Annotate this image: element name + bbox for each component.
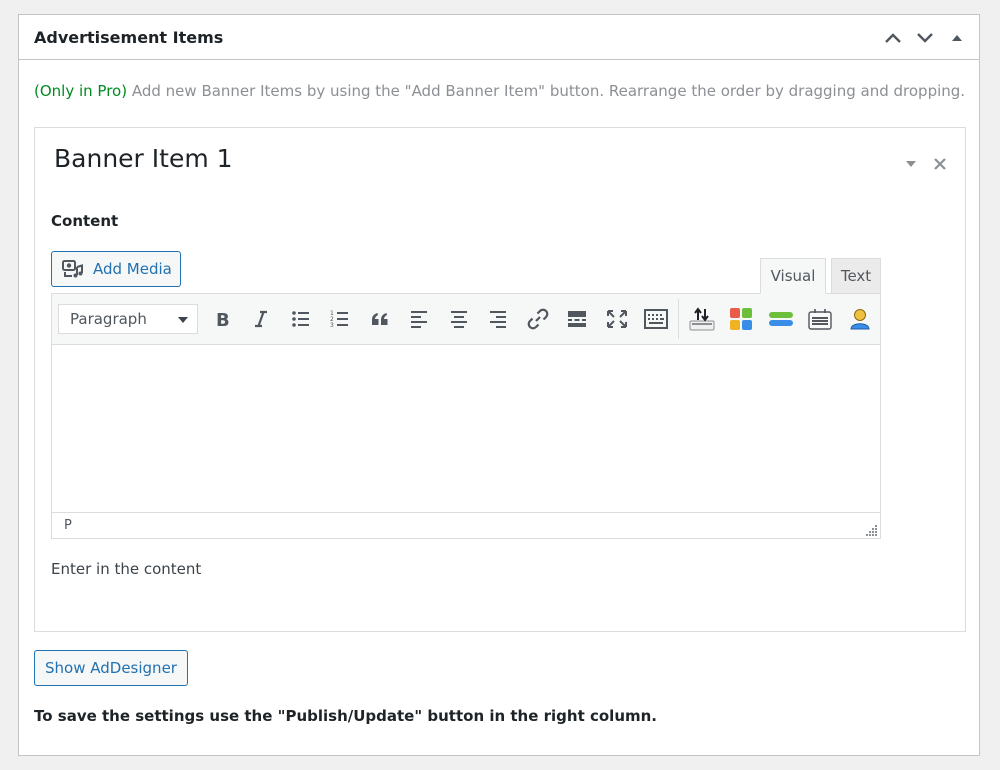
- import-button[interactable]: [682, 299, 722, 339]
- toolbar-separator: [678, 299, 679, 339]
- italic-icon: [255, 310, 268, 328]
- banner-item[interactable]: Banner Item 1 Content Add Media Visual T…: [34, 127, 966, 632]
- svg-text:3: 3: [330, 322, 334, 329]
- editor-statusbar: P: [52, 512, 880, 538]
- banner-remove-button[interactable]: [929, 153, 951, 175]
- table-button[interactable]: [801, 299, 841, 339]
- format-select[interactable]: Paragraph: [58, 304, 198, 334]
- triangle-up-icon: [952, 35, 962, 41]
- shortcode-grid-icon: [730, 308, 753, 330]
- chevron-down-icon: [917, 33, 933, 43]
- content-editor[interactable]: Paragraph B 1 2 3 P: [51, 293, 881, 539]
- save-settings-note: To save the settings use the "Publish/Up…: [34, 707, 658, 725]
- align-left-icon: [411, 311, 428, 328]
- content-description: Enter in the content: [51, 560, 202, 578]
- align-center-button[interactable]: [439, 299, 479, 339]
- metabox-header: Advertisement Items: [19, 15, 979, 60]
- add-media-label: Add Media: [93, 260, 172, 278]
- italic-button[interactable]: [242, 299, 282, 339]
- align-center-icon: [450, 311, 467, 328]
- banner-item-title: Banner Item 1: [54, 144, 233, 173]
- toolbar-toggle-button[interactable]: [637, 299, 677, 339]
- resize-handle-icon[interactable]: [866, 524, 878, 536]
- bold-icon: B: [216, 310, 230, 329]
- close-icon: [934, 158, 946, 170]
- metabox-title: Advertisement Items: [34, 27, 224, 47]
- layers-icon: [768, 312, 793, 326]
- pro-tag: (Only in Pro): [34, 82, 128, 100]
- move-down-button[interactable]: [909, 23, 941, 53]
- editor-toolbar: Paragraph B 1 2 3: [52, 294, 880, 345]
- numbered-list-button[interactable]: 1 2 3: [321, 299, 361, 339]
- user-icon: [850, 309, 870, 330]
- fullscreen-button[interactable]: [597, 299, 637, 339]
- align-right-icon: [490, 311, 507, 328]
- bold-button[interactable]: B: [202, 299, 242, 339]
- intro-text: (Only in Pro) Add new Banner Items by us…: [34, 82, 965, 100]
- numbered-list-icon: 1 2 3: [330, 310, 349, 329]
- blockquote-button[interactable]: [360, 299, 400, 339]
- toggle-panel-button[interactable]: [941, 23, 973, 53]
- editor-content-area[interactable]: [52, 345, 880, 512]
- shortcode-grid-button[interactable]: [722, 299, 762, 339]
- tab-text[interactable]: Text: [831, 258, 881, 294]
- link-icon: [527, 308, 549, 330]
- media-icon: [62, 259, 84, 279]
- bullet-list-icon: [291, 311, 309, 327]
- fullscreen-icon: [606, 310, 627, 328]
- intro-description: Add new Banner Items by using the "Add B…: [131, 82, 966, 100]
- caret-down-icon: [178, 317, 188, 323]
- read-more-icon: [568, 311, 587, 327]
- triangle-down-icon: [906, 161, 916, 167]
- align-left-button[interactable]: [400, 299, 440, 339]
- advertisement-items-metabox: Advertisement Items (Only in Pro) Add ne…: [18, 14, 980, 756]
- import-icon: [689, 307, 715, 331]
- format-select-value: Paragraph: [70, 310, 147, 328]
- toolbar-toggle-icon: [644, 309, 669, 329]
- read-more-button[interactable]: [558, 299, 598, 339]
- insert-link-button[interactable]: [518, 299, 558, 339]
- banner-toggle-button[interactable]: [901, 154, 921, 174]
- align-right-button[interactable]: [479, 299, 519, 339]
- svg-text:B: B: [216, 310, 230, 329]
- move-up-button[interactable]: [877, 23, 909, 53]
- chevron-up-icon: [885, 33, 901, 43]
- add-media-button[interactable]: Add Media: [51, 251, 181, 287]
- user-button[interactable]: [840, 299, 880, 339]
- metabox-controls: [877, 23, 973, 53]
- blockquote-icon: [371, 313, 388, 325]
- tab-visual[interactable]: Visual: [760, 258, 826, 294]
- show-addesigner-button[interactable]: Show AdDesigner: [34, 650, 188, 686]
- table-icon: [808, 309, 832, 330]
- element-path[interactable]: P: [64, 518, 72, 533]
- layers-button[interactable]: [761, 299, 801, 339]
- bullet-list-button[interactable]: [281, 299, 321, 339]
- content-label: Content: [51, 212, 119, 230]
